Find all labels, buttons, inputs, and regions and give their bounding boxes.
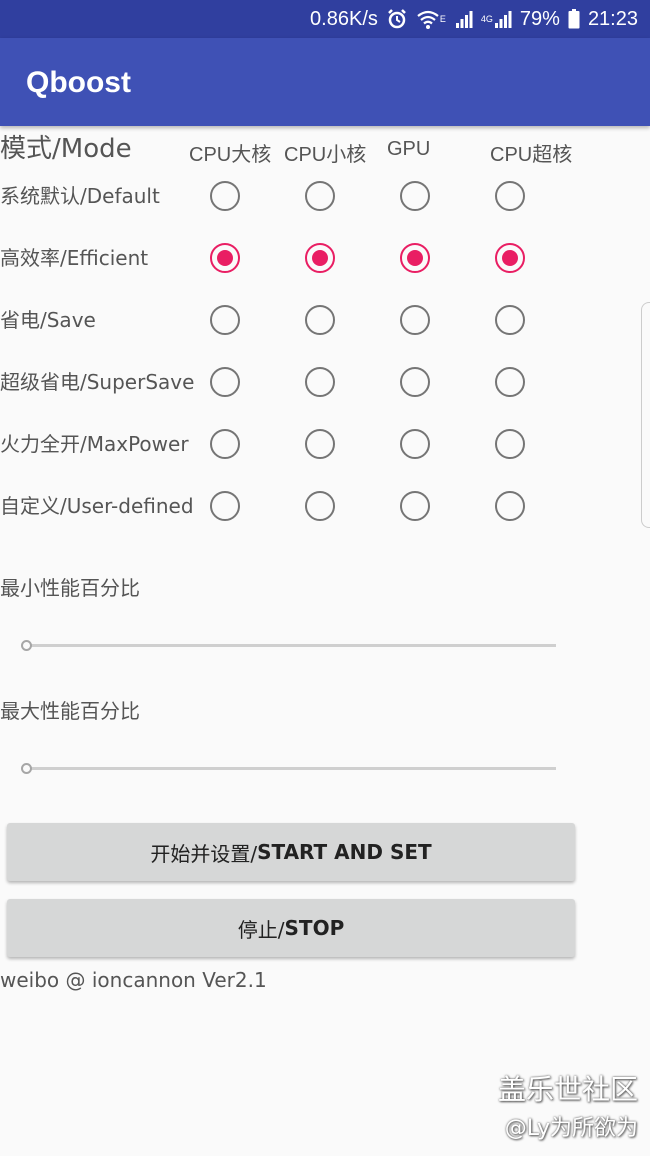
- radio-save-gpu[interactable]: [400, 305, 430, 335]
- row-label-efficient: 高效率/Efficient: [0, 246, 149, 270]
- radio-default-gpu[interactable]: [400, 181, 430, 211]
- min-performance-slider-track[interactable]: [21, 640, 556, 651]
- max-performance-slider-track[interactable]: [21, 763, 556, 774]
- column-header-cpu-little: CPU小核: [284, 144, 367, 166]
- column-header-cpu-prime: CPU超核: [490, 144, 573, 166]
- start-and-set-button[interactable]: 开始并设置/START AND SET: [7, 823, 575, 881]
- row-label-user-defined: 自定义/User-defined: [0, 494, 194, 518]
- status-bar: 0.86K/s E 4G 79% 21:23: [0, 0, 650, 38]
- radio-save-cpu-little[interactable]: [305, 305, 335, 335]
- battery-percent: 79%: [519, 7, 560, 30]
- radio-efficient-cpu-little[interactable]: [305, 243, 335, 273]
- stop-button-label: 停止/: [237, 917, 285, 942]
- watermark-author: @Ly为所欲为: [504, 1116, 638, 1141]
- max-performance-label: 最大性能百分比: [0, 699, 140, 723]
- status-right-group: 0.86K/s E 4G 79% 21:23: [310, 0, 638, 38]
- radio-maxpower-cpu-little[interactable]: [305, 429, 335, 459]
- radio-user-defined-cpu-prime[interactable]: [495, 491, 525, 521]
- signal-icon: [455, 10, 473, 28]
- stop-button-label-bold: STOP: [284, 916, 345, 940]
- wifi-network-mark: E: [439, 13, 446, 24]
- min-performance-slider-thumb[interactable]: [21, 640, 32, 651]
- radio-default-cpu-big[interactable]: [210, 181, 240, 211]
- radio-default-cpu-prime[interactable]: [495, 181, 525, 211]
- radio-maxpower-cpu-prime[interactable]: [495, 429, 525, 459]
- edge-panel-handle[interactable]: [641, 302, 650, 528]
- start-button-label: 开始并设置/: [150, 841, 258, 866]
- row-label-save: 省电/Save: [0, 308, 96, 332]
- max-performance-slider-thumb[interactable]: [21, 763, 32, 774]
- radio-user-defined-cpu-big[interactable]: [210, 491, 240, 521]
- version-footer: weibo @ ioncannon Ver2.1: [0, 968, 267, 992]
- radio-default-cpu-little[interactable]: [305, 181, 335, 211]
- radio-user-defined-gpu[interactable]: [400, 491, 430, 521]
- network-type-label: 4G: [480, 13, 493, 24]
- battery-icon: [568, 9, 580, 29]
- radio-efficient-gpu[interactable]: [400, 243, 430, 273]
- radio-supersave-gpu[interactable]: [400, 367, 430, 397]
- app-bar: Qboost: [0, 38, 650, 126]
- signal-4g-icon: 4G: [481, 10, 512, 28]
- radio-efficient-cpu-big[interactable]: [210, 243, 240, 273]
- radio-efficient-cpu-prime[interactable]: [495, 243, 525, 273]
- radio-supersave-cpu-prime[interactable]: [495, 367, 525, 397]
- stop-button[interactable]: 停止/STOP: [7, 899, 575, 957]
- radio-supersave-cpu-big[interactable]: [210, 367, 240, 397]
- radio-supersave-cpu-little[interactable]: [305, 367, 335, 397]
- column-header-cpu-big: CPU大核: [189, 144, 272, 166]
- min-performance-label: 最小性能百分比: [0, 576, 140, 600]
- row-label-maxpower: 火力全开/MaxPower: [0, 432, 189, 456]
- row-label-supersave: 超级省电/SuperSave: [0, 370, 195, 394]
- radio-save-cpu-big[interactable]: [210, 305, 240, 335]
- wifi-icon: E: [416, 9, 447, 29]
- start-button-label-bold: START AND SET: [257, 840, 432, 864]
- row-label-default: 系统默认/Default: [0, 184, 160, 208]
- alarm-icon: [386, 8, 408, 30]
- app-title: Qboost: [26, 66, 131, 99]
- mode-header: 模式/Mode: [0, 134, 132, 164]
- clock: 21:23: [587, 7, 638, 30]
- radio-maxpower-gpu[interactable]: [400, 429, 430, 459]
- radio-save-cpu-prime[interactable]: [495, 305, 525, 335]
- radio-maxpower-cpu-big[interactable]: [210, 429, 240, 459]
- radio-user-defined-cpu-little[interactable]: [305, 491, 335, 521]
- watermark-community: 盖乐世社区: [497, 1073, 638, 1106]
- network-speed: 0.86K/s: [310, 7, 378, 30]
- column-header-gpu: GPU: [387, 138, 431, 160]
